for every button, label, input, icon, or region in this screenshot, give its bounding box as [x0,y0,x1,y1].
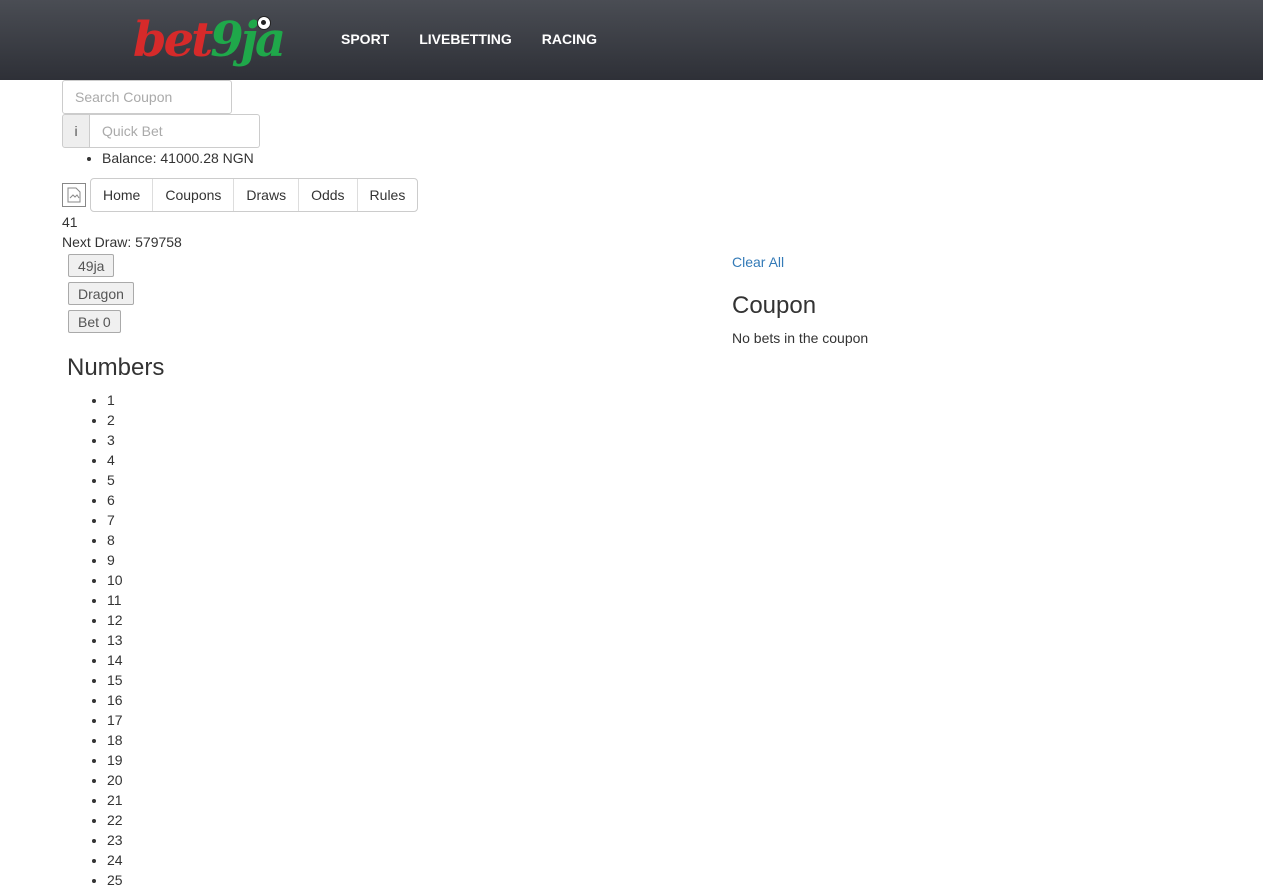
tab-coupons[interactable]: Coupons [152,179,233,211]
logo-text-9ja: 9ja [210,12,286,68]
number-item[interactable]: 25 [107,872,123,892]
number-item[interactable]: 17 [107,712,123,732]
number-item[interactable]: 13 [107,632,123,652]
number-item[interactable]: 22 [107,812,123,832]
numbers-heading: Numbers [67,354,165,381]
nav-racing[interactable]: RACING [542,31,597,47]
number-item[interactable]: 23 [107,832,123,852]
number-item[interactable]: 9 [107,552,123,572]
next-draw-label: Next Draw: 579758 [62,234,182,250]
balance-item: Balance: 41000.28 NGN [102,150,254,166]
soccer-ball-icon [257,16,271,30]
tab-odds[interactable]: Odds [298,179,356,211]
nav-sport[interactable]: SPORT [341,31,389,47]
bet9ja-logo[interactable]: bet9ja [133,12,303,70]
logo-text-bet: bet [133,12,213,68]
number-item[interactable]: 10 [107,572,123,592]
number-item[interactable]: 2 [107,412,123,432]
quick-bet-info-addon[interactable]: i [62,114,90,148]
number-item[interactable]: 12 [107,612,123,632]
numbers-list: 1234567891011121314151617181920212223242… [67,392,123,892]
coupon-empty-message: No bets in the coupon [732,330,869,346]
number-item[interactable]: 15 [107,672,123,692]
top-bar: bet9ja SPORT LIVEBETTING RACING [0,0,1263,80]
quick-bet-input[interactable] [90,114,260,148]
balance-list: Balance: 41000.28 NGN [62,150,254,166]
number-item[interactable]: 21 [107,792,123,812]
number-item[interactable]: 11 [107,592,123,612]
nav-livebetting[interactable]: LIVEBETTING [419,31,512,47]
number-item[interactable]: 4 [107,452,123,472]
number-item[interactable]: 8 [107,532,123,552]
number-item[interactable]: 1 [107,392,123,412]
quick-bet-group: i [62,114,260,148]
tab-rules[interactable]: Rules [356,179,418,211]
game-bet0-button[interactable]: Bet 0 [68,310,121,333]
game-dragon-button[interactable]: Dragon [68,282,134,305]
tab-home[interactable]: Home [91,179,152,211]
section-nav: Home Coupons Draws Odds Rules [90,178,419,212]
number-item[interactable]: 16 [107,692,123,712]
number-item[interactable]: 14 [107,652,123,672]
countdown-value: 41 [62,214,78,230]
number-item[interactable]: 3 [107,432,123,452]
coupon-heading: Coupon [732,292,817,319]
number-item[interactable]: 20 [107,772,123,792]
clear-all-link[interactable]: Clear All [732,254,784,270]
number-item[interactable]: 19 [107,752,123,772]
number-item[interactable]: 24 [107,852,123,872]
tab-draws[interactable]: Draws [233,179,298,211]
number-item[interactable]: 7 [107,512,123,532]
number-item[interactable]: 5 [107,472,123,492]
main-nav: SPORT LIVEBETTING RACING [341,31,627,47]
number-item[interactable]: 6 [107,492,123,512]
number-item[interactable]: 18 [107,732,123,752]
game-49ja-button[interactable]: 49ja [68,254,115,277]
broken-image-icon [62,183,86,207]
search-coupon-input[interactable] [62,80,232,114]
